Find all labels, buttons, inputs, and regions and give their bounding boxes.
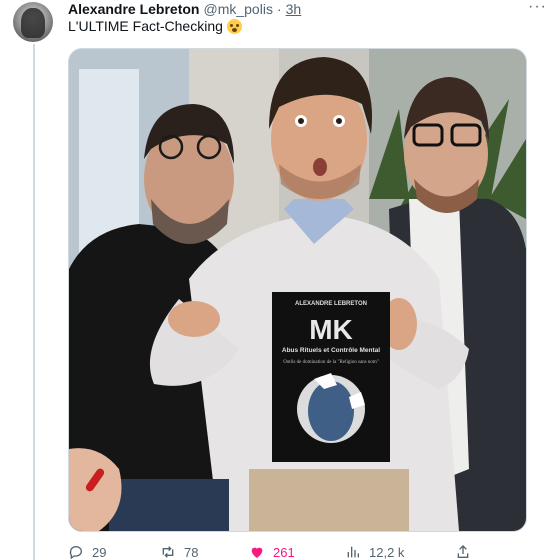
like-count: 261 (273, 544, 295, 560)
separator: · (276, 1, 282, 17)
retweet-count: 78 (184, 544, 199, 560)
views-button[interactable]: 12,2 k (345, 544, 404, 560)
retweet-button[interactable]: 78 (160, 544, 198, 560)
shocked-face-emoji (226, 18, 242, 34)
author-handle[interactable]: @mk_polis (203, 1, 272, 17)
tweet-header: Alexandre Lebreton @mk_polis · 3h (68, 0, 301, 18)
share-button[interactable] (455, 544, 471, 560)
tweet-actions: 29 78 261 12,2 k (68, 544, 488, 560)
retweet-icon (162, 546, 174, 558)
heart-icon (251, 547, 263, 558)
avatar[interactable] (13, 2, 53, 42)
book-subtitle: Abus Rituels et Contrôle Mental (282, 347, 380, 354)
reply-count: 29 (92, 544, 107, 560)
book-author: ALEXANDRE LEBRETON (295, 301, 367, 307)
timestamp[interactable]: 3h (286, 1, 302, 17)
book-tagline: Outils de domination de la "Religion san… (283, 360, 379, 365)
author-name[interactable]: Alexandre Lebreton (68, 1, 199, 17)
tweet-text: L'ULTIME Fact-Checking (68, 18, 242, 34)
reply-button[interactable]: 29 (68, 544, 106, 560)
share-icon (457, 545, 469, 558)
like-button[interactable]: 261 (249, 544, 295, 560)
views-count: 12,2 k (369, 544, 405, 560)
thread-line (33, 44, 35, 560)
tweet-photo[interactable]: ALEXANDRE LEBRETON MK Abus Rituels et Co… (68, 48, 527, 532)
tweet-text-content: L'ULTIME Fact-Checking (68, 18, 223, 34)
views-icon (347, 546, 359, 558)
book-title: MK (309, 314, 353, 345)
reply-icon (69, 545, 82, 560)
more-icon[interactable]: ··· (528, 0, 547, 16)
